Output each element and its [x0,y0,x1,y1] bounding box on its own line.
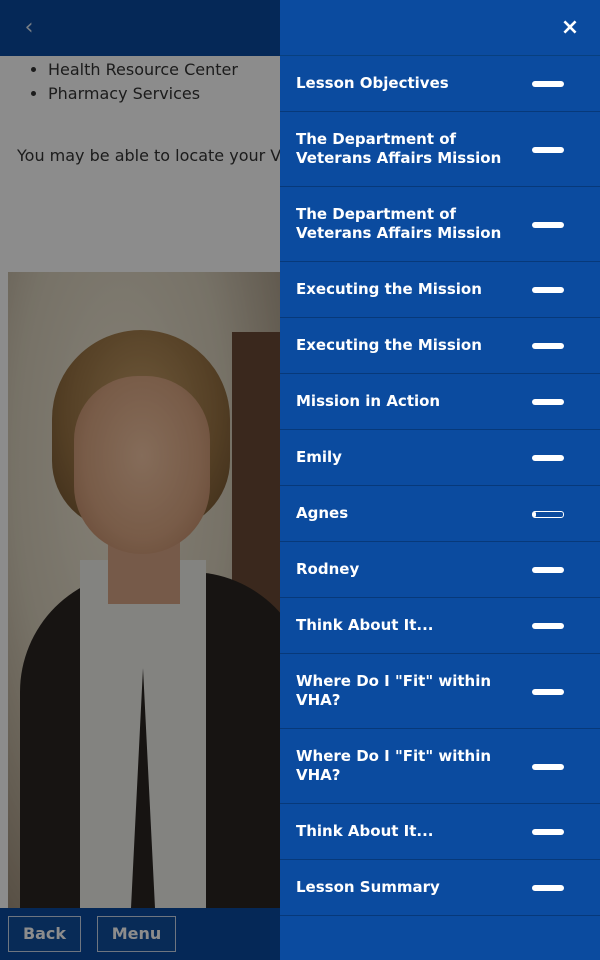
progress-indicator [532,287,564,293]
menu-item-label: Think About It... [296,822,434,840]
menu-item[interactable]: Executing the Mission [280,262,600,318]
menu-item-label: Lesson Objectives [296,74,449,92]
progress-indicator [532,455,564,461]
progress-indicator [532,222,564,228]
menu-item-label: Where Do I "Fit" within VHA? [296,672,492,709]
menu-item-label: Rodney [296,560,360,578]
menu-item[interactable]: Mission in Action [280,374,600,430]
progress-indicator [532,147,564,153]
menu-item-label: Executing the Mission [296,280,482,298]
menu-item-label: Lesson Summary [296,878,440,896]
progress-indicator [532,689,564,695]
menu-item-label: Executing the Mission [296,336,482,354]
progress-indicator [532,399,564,405]
menu-item[interactable]: Rodney [280,542,600,598]
lesson-menu: Lesson Objectives The Department of Veter… [280,56,600,916]
menu-item-label: Where Do I "Fit" within VHA? [296,747,492,784]
progress-indicator [532,81,564,87]
menu-item[interactable]: Agnes [280,486,600,542]
menu-item[interactable]: The Department of Veterans Affairs Missi… [280,112,600,187]
menu-item-label: Mission in Action [296,392,441,410]
progress-indicator [532,623,564,629]
menu-item-label: The Department of Veterans Affairs Missi… [296,130,502,167]
drawer-header: × [280,0,600,56]
menu-item[interactable]: The Department of Veterans Affairs Missi… [280,187,600,262]
menu-item[interactable]: Where Do I "Fit" within VHA? [280,654,600,729]
progress-indicator [532,511,564,518]
menu-item[interactable]: Lesson Summary [280,860,600,916]
close-icon[interactable]: × [558,14,582,42]
menu-item[interactable]: Executing the Mission [280,318,600,374]
menu-drawer: × Lesson Objectives The Department of Vet… [280,0,600,960]
menu-item[interactable]: Think About It... [280,804,600,860]
progress-indicator [532,343,564,349]
menu-item-label: The Department of Veterans Affairs Missi… [296,205,502,242]
menu-item-label: Emily [296,448,342,466]
progress-indicator [532,885,564,891]
progress-indicator [532,567,564,573]
progress-indicator [532,764,564,770]
menu-item-label: Think About It... [296,616,434,634]
menu-item[interactable]: Think About It... [280,598,600,654]
menu-item[interactable]: Where Do I "Fit" within VHA? [280,729,600,804]
menu-item-label: Agnes [296,504,349,522]
progress-indicator [532,829,564,835]
menu-item[interactable]: Emily [280,430,600,486]
menu-item[interactable]: Lesson Objectives [280,56,600,112]
